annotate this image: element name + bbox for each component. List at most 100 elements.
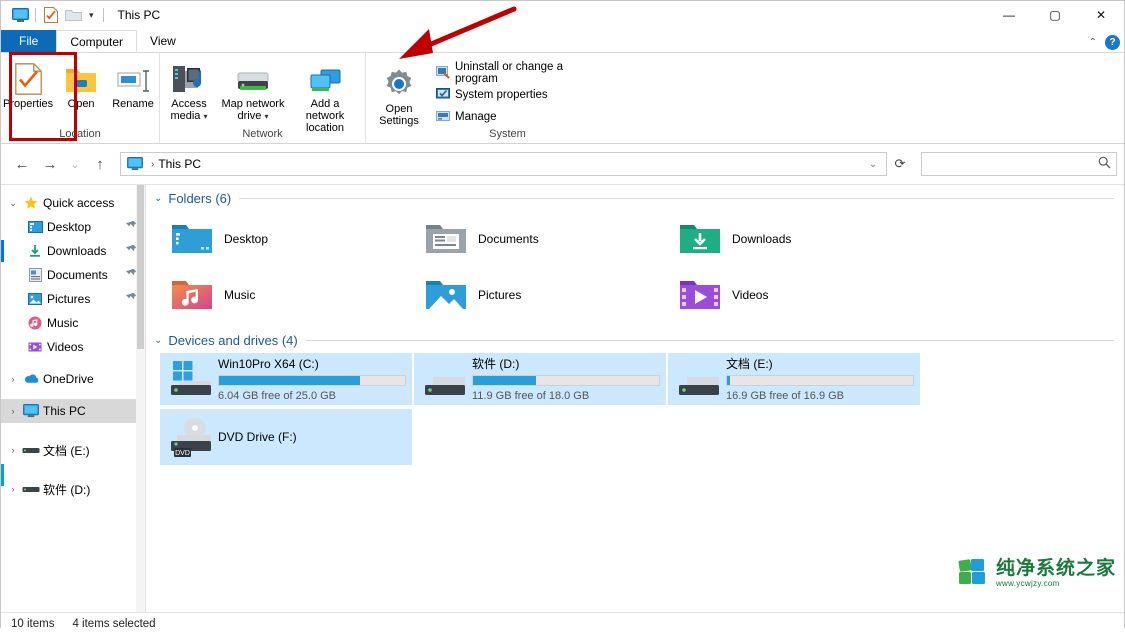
minimize-button[interactable]: — xyxy=(986,1,1032,29)
sidebar-label: Videos xyxy=(47,340,84,354)
drive-tile-c[interactable]: Win10Pro X64 (C:) 6.04 GB free of 25.0 G… xyxy=(160,353,412,405)
this-pc-icon[interactable] xyxy=(9,4,31,26)
chevron-right-icon[interactable]: › xyxy=(5,406,21,416)
content-pane: ⌄ Folders (6) Desktop Documents Download… xyxy=(146,185,1124,612)
navigation-list: ⌄ Quick access Desktop Downloads Documen… xyxy=(1,185,145,501)
help-icon[interactable]: ? xyxy=(1105,35,1120,50)
up-button[interactable]: ↑ xyxy=(86,150,114,178)
search-input[interactable] xyxy=(921,152,1117,176)
refresh-button[interactable]: ⟳ xyxy=(887,156,913,172)
network-group-label: Network xyxy=(242,128,283,140)
sidebar-item-music[interactable]: Music xyxy=(1,311,145,335)
properties-button[interactable]: Properties xyxy=(1,58,55,110)
drives-group-header[interactable]: ⌄ Devices and drives (4) xyxy=(146,327,1124,353)
chevron-down-icon[interactable]: ▾ xyxy=(264,112,268,121)
folder-label: Music xyxy=(224,288,256,302)
sidebar-item-videos[interactable]: Videos xyxy=(1,335,145,359)
site-logo-icon xyxy=(957,557,991,590)
breadcrumb[interactable]: › This PC ⌄ xyxy=(120,152,887,176)
uninstall-icon xyxy=(435,65,450,82)
sidebar-item-documents[interactable]: Documents xyxy=(1,263,145,287)
system-group-items: Open Settings Uninstall or change a prog… xyxy=(366,53,613,127)
access-media-button[interactable]: Access media ▾ xyxy=(160,58,218,123)
sidebar-item-drive-d[interactable]: › 软件 (D:) xyxy=(1,477,145,501)
breadcrumb-this-pc[interactable]: This PC xyxy=(158,157,201,171)
folders-group-header[interactable]: ⌄ Folders (6) xyxy=(146,185,1124,211)
folder-tile-pictures[interactable]: Pictures xyxy=(414,267,668,323)
chevron-down-icon[interactable]: ⌄ xyxy=(5,198,21,209)
maximize-button[interactable]: ▢ xyxy=(1032,1,1078,29)
drive-tile-e[interactable]: 文档 (E:) 16.9 GB free of 16.9 GB xyxy=(668,353,920,405)
system-properties-button[interactable]: System properties xyxy=(432,84,613,106)
group-divider xyxy=(305,339,1114,341)
folder-tile-documents[interactable]: Documents xyxy=(414,211,668,267)
nav-scrollbar-thumb[interactable] xyxy=(137,185,144,349)
breadcrumb-separator[interactable]: › xyxy=(151,159,154,170)
tab-computer[interactable]: Computer xyxy=(56,30,138,52)
drive-icon xyxy=(21,445,41,455)
sidebar-item-downloads[interactable]: Downloads xyxy=(1,239,145,263)
music-folder-icon xyxy=(168,278,216,312)
tab-file[interactable]: File xyxy=(1,30,57,52)
folder-tile-downloads[interactable]: Downloads xyxy=(668,211,922,267)
tab-view[interactable]: View xyxy=(137,30,189,52)
drive-tile-d[interactable]: 软件 (D:) 11.9 GB free of 18.0 GB xyxy=(414,353,666,405)
properties-icon[interactable] xyxy=(40,4,62,26)
search-icon[interactable] xyxy=(1092,156,1116,172)
new-folder-icon[interactable] xyxy=(62,4,84,26)
recent-locations-button[interactable]: ⌄ xyxy=(64,150,86,178)
sidebar-item-onedrive[interactable]: › OneDrive xyxy=(1,367,145,391)
uninstall-program-label: Uninstall or change a program xyxy=(454,61,564,85)
open-settings-button[interactable]: Open Settings xyxy=(366,58,432,127)
window-title: This PC xyxy=(117,8,161,22)
uninstall-program-button[interactable]: Uninstall or change a program xyxy=(432,61,613,85)
map-network-drive-button[interactable]: Map network drive ▾ xyxy=(218,58,288,123)
collapse-ribbon-icon[interactable]: ⌃ xyxy=(1089,37,1097,48)
rename-button[interactable]: Rename xyxy=(107,58,159,110)
file-explorer-window: ▾ This PC — ▢ ✕ File Computer View ⌃ ? P… xyxy=(0,0,1125,634)
chevron-right-icon[interactable]: › xyxy=(5,484,21,494)
chevron-right-icon[interactable]: › xyxy=(5,445,21,455)
chevron-right-icon[interactable]: › xyxy=(5,374,21,384)
sidebar-item-pictures[interactable]: Pictures xyxy=(1,287,145,311)
address-dropdown-icon[interactable]: ⌄ xyxy=(860,159,886,170)
ribbon: Properties Open Rename Location Access m… xyxy=(1,52,1124,144)
folder-tile-music[interactable]: Music xyxy=(160,267,414,323)
chevron-down-icon[interactable]: ⌄ xyxy=(154,193,162,204)
properties-icon xyxy=(14,61,42,95)
sidebar-item-drive-e[interactable]: › 文档 (E:) xyxy=(1,438,145,462)
folder-tile-desktop[interactable]: Desktop xyxy=(160,211,414,267)
chevron-down-icon[interactable]: ⌄ xyxy=(154,335,162,346)
sidebar-label: Quick access xyxy=(43,196,115,210)
sidebar-label: 文档 (E:) xyxy=(43,443,90,458)
ribbon-tab-actions: ⌃ ? xyxy=(1089,35,1120,50)
open-button[interactable]: Open xyxy=(55,58,107,110)
close-button[interactable]: ✕ xyxy=(1078,1,1124,29)
sidebar-item-this-pc[interactable]: › This PC xyxy=(1,399,145,423)
sidebar-label: Downloads xyxy=(47,244,107,258)
sidebar-item-quick-access[interactable]: ⌄ Quick access xyxy=(1,191,145,215)
nav-scrollbar[interactable] xyxy=(136,185,145,612)
chevron-down-icon[interactable]: ▾ xyxy=(204,112,208,121)
star-icon xyxy=(21,196,41,210)
drive-tile-dvd[interactable]: DVD DVD Drive (F:) xyxy=(160,409,412,465)
folder-tile-videos[interactable]: Videos xyxy=(668,267,922,323)
access-media-label: Access media xyxy=(170,98,207,122)
documents-folder-icon xyxy=(422,222,470,256)
window-controls: — ▢ ✕ xyxy=(986,1,1124,29)
drive-free-space: 6.04 GB free of 25.0 GB xyxy=(218,389,337,402)
navigation-pane: ⌄ Quick access Desktop Downloads Documen… xyxy=(1,185,146,612)
forward-button[interactable]: → xyxy=(36,150,64,178)
windows-drive-icon xyxy=(166,359,218,399)
folder-label: Downloads xyxy=(732,232,792,246)
qat-dropdown-caret[interactable]: ▾ xyxy=(84,10,99,21)
network-group-items: Access media ▾ Map network drive ▾ Add a… xyxy=(160,53,365,134)
sidebar-label: 软件 (D:) xyxy=(43,482,91,497)
quick-access-toolbar: ▾ This PC xyxy=(1,1,160,29)
manage-button[interactable]: Manage xyxy=(432,106,613,128)
add-network-location-button[interactable]: Add a network location xyxy=(288,58,362,134)
back-button[interactable]: ← xyxy=(8,150,36,178)
ribbon-group-network: Access media ▾ Map network drive ▾ Add a… xyxy=(159,53,365,143)
sidebar-item-desktop[interactable]: Desktop xyxy=(1,215,145,239)
pictures-icon xyxy=(25,292,45,306)
